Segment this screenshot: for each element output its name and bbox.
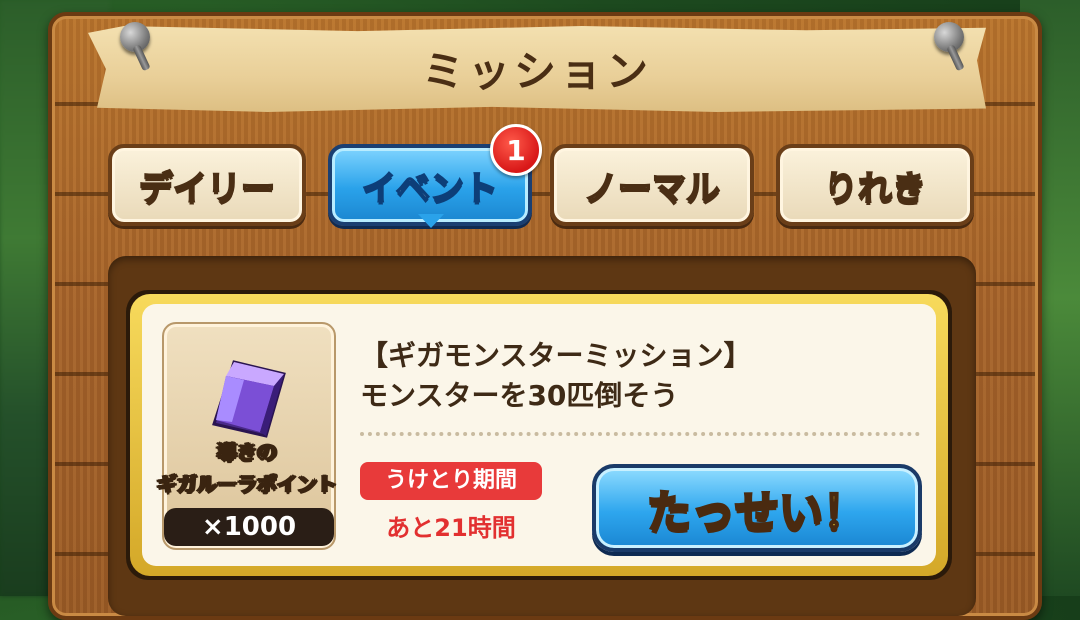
- tab-daily[interactable]: デイリー: [108, 144, 306, 226]
- active-tab-pointer-icon: [418, 214, 444, 228]
- period-remaining: あと21時間: [386, 514, 516, 542]
- mission-description: モンスターを30匹倒そう: [360, 379, 679, 412]
- pin-icon: [120, 22, 150, 52]
- pin-icon: [934, 22, 964, 52]
- tab-normal[interactable]: ノーマル: [550, 144, 754, 226]
- notification-badge: 1: [490, 124, 542, 176]
- mission-title: 【ギガモンスターミッション】: [360, 339, 752, 372]
- tab-history[interactable]: りれき: [776, 144, 974, 226]
- reward-quantity: ×1000: [164, 508, 334, 546]
- achieve-button[interactable]: たっせい！: [592, 464, 922, 552]
- reward-name-line2: ギガルーラポイント: [157, 472, 338, 497]
- divider: [360, 432, 920, 436]
- period-label: うけとり期間: [360, 462, 542, 500]
- page-title: ミッション: [421, 47, 652, 96]
- purple-crystal-icon: [212, 360, 286, 438]
- reward-name-line1: 導きの: [217, 440, 278, 465]
